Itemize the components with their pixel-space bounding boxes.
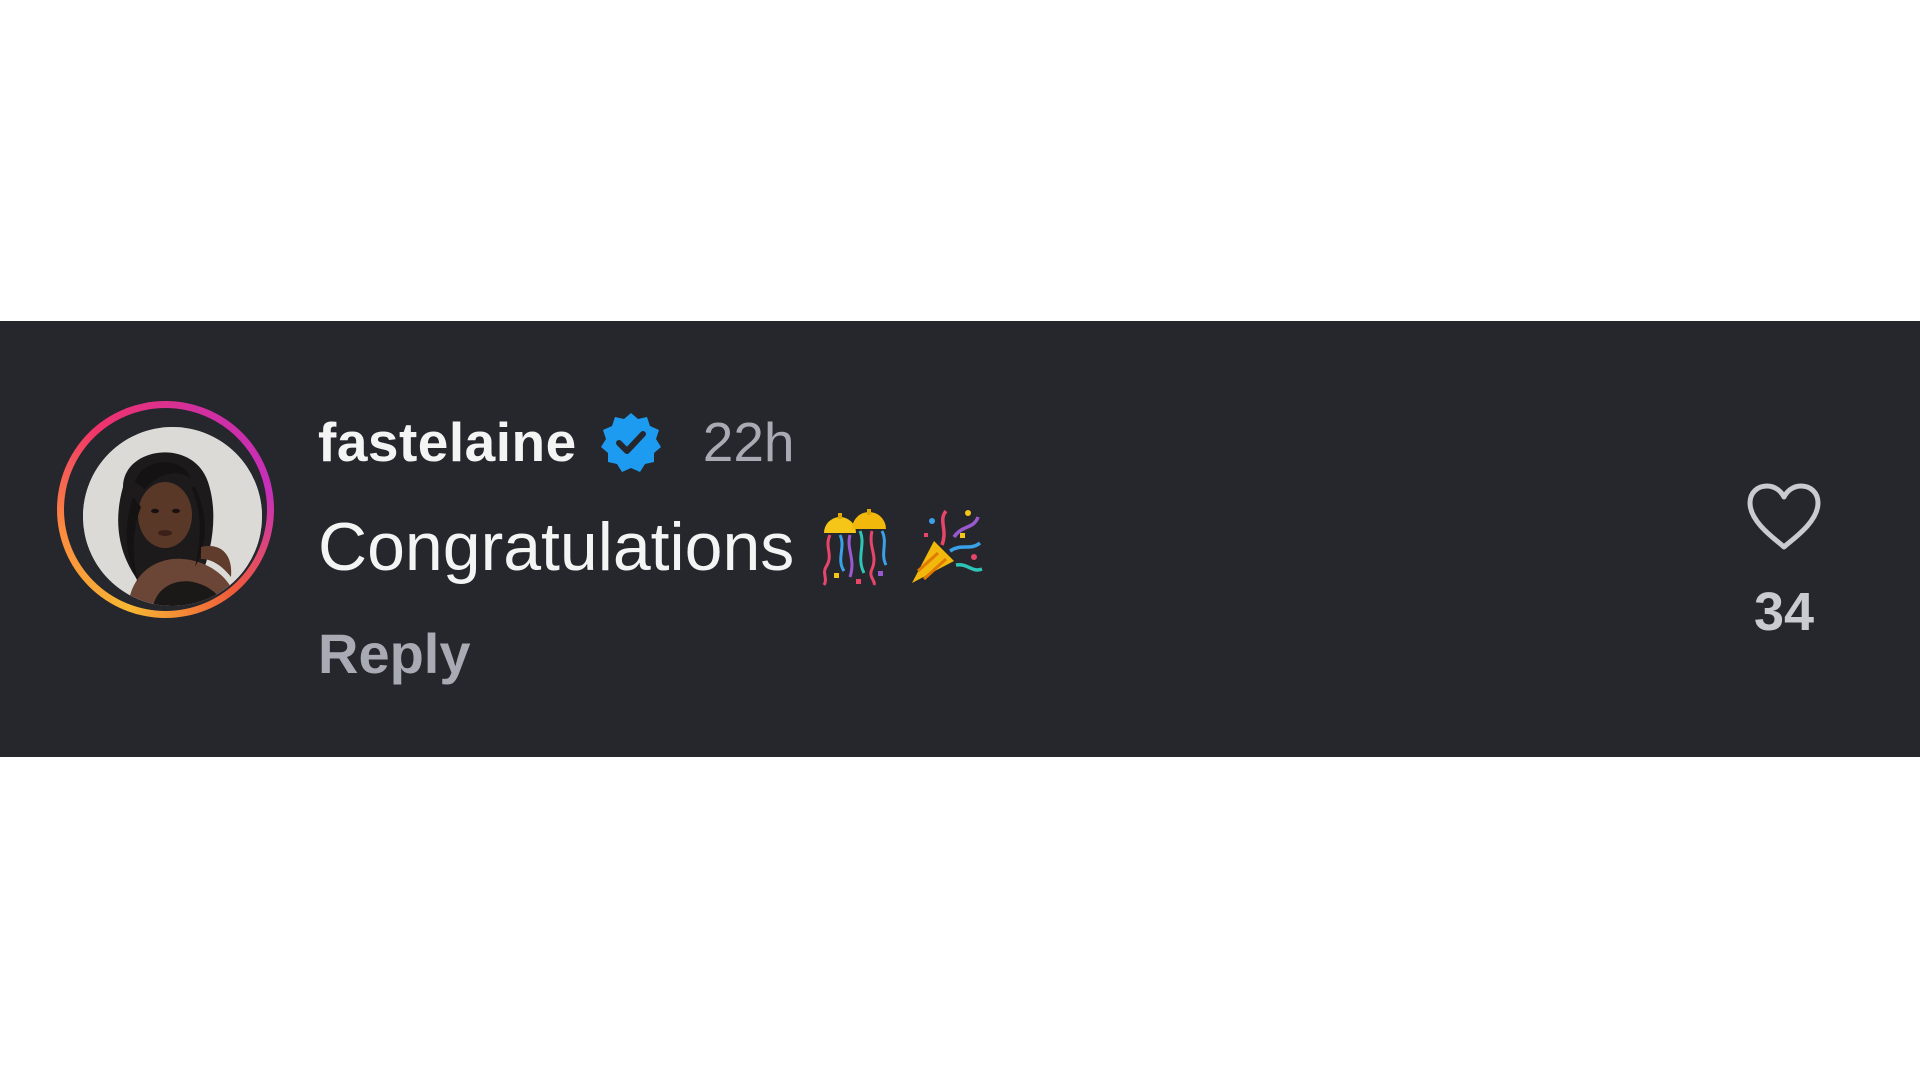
comment-body: Congratulations	[318, 507, 986, 587]
like-count: 34	[1753, 582, 1815, 642]
username[interactable]: fastelaine	[318, 410, 577, 474]
verified-badge-icon	[600, 413, 661, 472]
comment-card: fastelaine 22h Congratulations Reply 34	[0, 321, 1920, 757]
comment-text: Congratulations	[318, 509, 795, 585]
avatar-story-ring[interactable]	[57, 401, 274, 618]
confetti-ball-icon	[822, 509, 888, 586]
avatar-photo	[83, 427, 262, 606]
party-popper-icon	[912, 509, 983, 583]
reply-button[interactable]: Reply	[318, 621, 471, 686]
page: fastelaine 22h Congratulations Reply 34	[0, 0, 1920, 1080]
comment-header: fastelaine 22h	[318, 407, 795, 477]
like-area: 34	[1740, 481, 1828, 643]
avatar-ring-gap	[64, 408, 267, 611]
avatar[interactable]	[83, 427, 262, 606]
timestamp: 22h	[702, 411, 795, 473]
heart-outline-icon[interactable]	[1744, 481, 1824, 553]
